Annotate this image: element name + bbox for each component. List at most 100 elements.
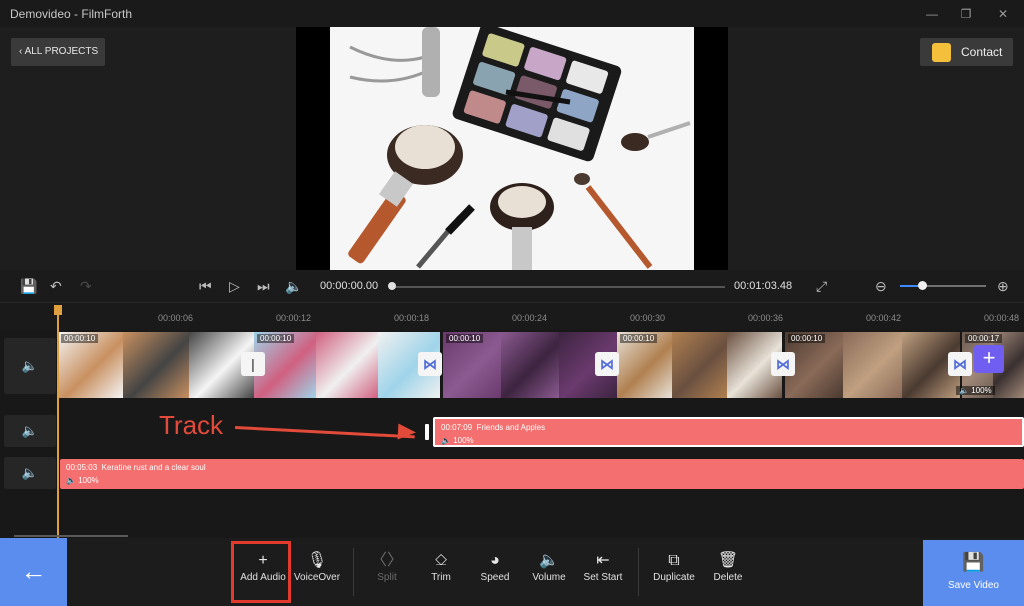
audio-volume: 100% — [453, 436, 474, 445]
contact-button[interactable]: Contact — [920, 38, 1013, 66]
audio-track-2-mute-button[interactable]: 🔈 — [4, 457, 56, 489]
audio-track-1-mute-button[interactable]: 🔈 — [4, 415, 56, 447]
clip-thumb — [316, 332, 378, 398]
save-video-button[interactable]: 💾 Save Video — [923, 540, 1024, 606]
save-project-icon[interactable]: 💾 — [20, 278, 37, 294]
all-projects-button[interactable]: ‹ ALL PROJECTS — [11, 38, 105, 66]
letterbox-right — [694, 27, 728, 270]
speaker-icon: 🔈 — [66, 476, 76, 485]
skip-forward-icon[interactable]: ⏭ — [257, 278, 270, 294]
clip-thumb — [123, 332, 189, 398]
restore-button[interactable]: ❐ — [957, 5, 975, 23]
speaker-icon: 🔈 — [21, 423, 39, 438]
audio-duration: 00:05:03 — [66, 463, 98, 472]
set-start-button[interactable]: ⇤ Set Start — [574, 550, 632, 583]
seek-bar[interactable] — [395, 286, 725, 288]
save-icon: 💾 — [962, 552, 985, 572]
volume-button[interactable]: 🔈 Volume — [520, 550, 578, 583]
audio-clip-info: 00:05:03 Keratine rust and a clear soul — [66, 463, 206, 472]
speaker-icon: 🔈 — [21, 358, 39, 373]
back-button[interactable]: ← — [0, 538, 67, 606]
minimize-button[interactable]: — — [923, 5, 941, 23]
arrow-left-icon: ← — [20, 556, 47, 586]
audio-clip-volume: 🔈 100% — [441, 436, 474, 445]
skip-back-icon[interactable]: ⏮ — [199, 278, 212, 294]
contact-label: Contact — [961, 45, 1003, 59]
clip-duration: 00:00:10 — [788, 334, 826, 343]
timeline-ruler[interactable]: 00:00:06 00:00:12 00:00:18 00:00:24 00:0… — [0, 303, 1024, 330]
clip-thumb — [501, 332, 559, 398]
delete-label: Delete — [713, 572, 743, 583]
video-clip[interactable]: 00:00:10 — [443, 332, 617, 398]
audio-clip-volume: 🔈 100% — [66, 476, 99, 485]
video-clip[interactable]: 00:00:10 — [785, 332, 960, 398]
transition-bowtie-icon[interactable]: ⋈ — [418, 352, 442, 376]
split-button[interactable]: 〈〉 Split — [358, 550, 416, 583]
redo-icon[interactable]: ↷ — [80, 278, 92, 294]
speed-button[interactable]: ◕ Speed — [466, 550, 524, 583]
toolbar-divider — [638, 548, 639, 596]
split-icon: 〈〉 — [370, 552, 403, 569]
speaker-icon: 🔈 — [539, 552, 559, 569]
transition-bowtie-icon[interactable]: ⋈ — [948, 352, 972, 376]
speaker-icon: 🔈 — [959, 386, 969, 395]
undo-icon[interactable]: ↶ — [50, 278, 62, 294]
close-button[interactable]: ✕ — [994, 5, 1012, 23]
clip-duration: 00:00:10 — [620, 334, 658, 343]
zoom-slider-knob[interactable] — [918, 281, 927, 290]
trim-button[interactable]: ⎐ Trim — [412, 550, 470, 583]
split-label: Split — [377, 572, 397, 583]
video-clip[interactable]: 00:00:10 — [617, 332, 782, 398]
audio-clip-info: 00:07:09 Friends and Apples — [441, 423, 545, 432]
copy-icon: ⧉ — [668, 552, 680, 569]
window-title: Demovideo - FilmForth — [10, 7, 133, 21]
audio-clip[interactable]: 00:05:03 Keratine rust and a clear soul … — [60, 459, 1024, 489]
set-start-icon: ⇤ — [596, 552, 610, 569]
delete-button[interactable]: 🗑 Delete — [699, 550, 757, 583]
ruler-tick: 00:00:36 — [748, 313, 784, 323]
playhead[interactable] — [57, 305, 59, 538]
ruler-tick: 00:00:18 — [394, 313, 430, 323]
ruler-tick: 00:00:06 — [158, 313, 194, 323]
duplicate-button[interactable]: ⧉ Duplicate — [645, 550, 703, 583]
audio-clip-handle[interactable] — [425, 424, 429, 440]
voiceover-button[interactable]: 🎙 VoiceOver — [288, 550, 346, 583]
all-projects-label: ALL PROJECTS — [24, 46, 99, 57]
speaker-icon[interactable]: 🔈 — [285, 278, 302, 294]
avatar-icon — [932, 43, 951, 62]
trim-label: Trim — [431, 572, 451, 583]
transition-empty-icon[interactable]: | — [241, 352, 265, 376]
video-preview[interactable] — [330, 27, 694, 270]
play-icon[interactable]: ▷ — [229, 278, 240, 294]
video-clip[interactable]: 00:00:10 — [254, 332, 440, 398]
zoom-out-icon[interactable]: ⊖ — [875, 278, 887, 294]
zoom-in-icon[interactable]: ⊕ — [997, 278, 1009, 294]
highlight-box — [231, 541, 291, 603]
save-video-label: Save Video — [948, 580, 999, 591]
audio-clip[interactable]: 00:07:09 Friends and Apples 🔈 100% — [433, 417, 1024, 447]
video-clip[interactable]: 00:00:10 — [58, 332, 254, 398]
annotation-label: Track — [159, 410, 224, 440]
audio-duration: 00:07:09 — [441, 423, 473, 432]
duplicate-label: Duplicate — [653, 572, 695, 583]
video-track-mute-button[interactable]: 🔈 — [4, 338, 56, 394]
fullscreen-icon[interactable]: ⤢ — [816, 278, 827, 294]
add-clip-button[interactable]: + — [974, 345, 1004, 373]
transition-bowtie-icon[interactable]: ⋈ — [595, 352, 619, 376]
timeline-scrollbar[interactable] — [14, 535, 128, 537]
audio-name: Friends and Apples — [476, 423, 546, 432]
ruler-tick: 00:00:24 — [512, 313, 548, 323]
set-start-label: Set Start — [583, 572, 623, 583]
volume-label: Volume — [532, 572, 566, 583]
speed-label: Speed — [480, 572, 510, 583]
video-volume-value: 100% — [971, 386, 992, 395]
clip-duration: 00:00:17 — [965, 334, 1003, 343]
clip-thumb — [672, 332, 727, 398]
video-volume-label: 🔈 100% — [956, 386, 995, 395]
clip-thumb — [843, 332, 902, 398]
transition-bowtie-icon[interactable]: ⋈ — [771, 352, 795, 376]
seek-knob[interactable] — [388, 282, 396, 290]
ruler-tick: 00:00:30 — [630, 313, 666, 323]
clip-duration: 00:00:10 — [257, 334, 295, 343]
toolbar-divider — [353, 548, 354, 596]
